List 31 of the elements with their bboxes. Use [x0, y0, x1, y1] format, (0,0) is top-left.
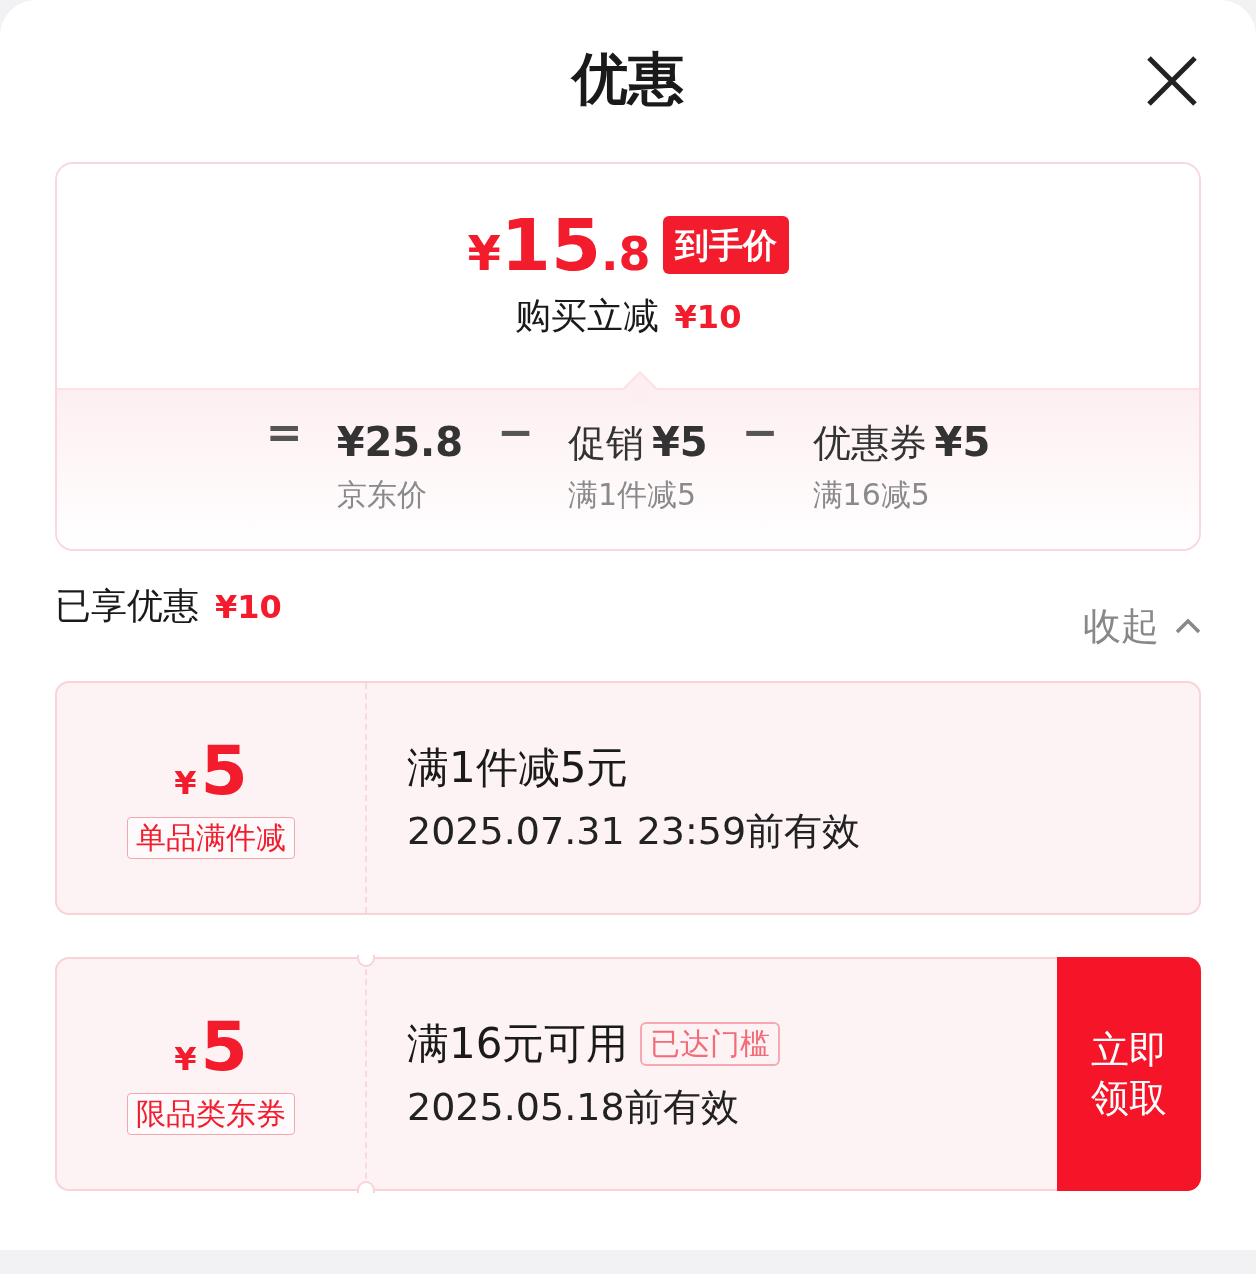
- coupon-amount: ¥5: [174, 1013, 248, 1081]
- coupon-type-tag: 单品满件减: [127, 817, 295, 859]
- operator: −: [741, 410, 779, 454]
- coupon-validity: 2025.05.18前有效: [407, 1084, 740, 1131]
- threshold-badge: 已达门槛: [640, 1021, 781, 1066]
- term-amount: ¥5: [652, 418, 708, 467]
- chevron-up-icon: [1175, 618, 1201, 634]
- coupon-title: 满16元可用: [407, 1018, 629, 1070]
- operator: =: [265, 410, 303, 454]
- coupon-validity: 2025.07.31 23:59前有效: [407, 808, 862, 855]
- coupon-type-tag: 限品类东券: [127, 1093, 295, 1135]
- enjoyed-amount: ¥10: [215, 587, 282, 628]
- term-caption: 满16减5: [812, 476, 931, 514]
- term-amount: ¥5: [934, 418, 991, 467]
- saving-label: 购买立减: [514, 294, 659, 338]
- sheet-title: 优惠: [572, 45, 684, 113]
- term-amount: ¥25.8: [336, 418, 464, 467]
- coupon-amount: ¥5: [174, 737, 248, 805]
- collapse-toggle[interactable]: 收起: [1083, 597, 1201, 655]
- term-caption: 满1件减5: [568, 476, 698, 514]
- claim-button[interactable]: 立即领取: [1057, 957, 1201, 1191]
- term-label: 优惠券: [812, 420, 927, 467]
- term-caption: 京东价: [336, 476, 428, 514]
- operator: −: [497, 410, 535, 454]
- close-icon[interactable]: [1146, 55, 1198, 107]
- final-price: ¥15.8: [467, 209, 651, 281]
- term-label: 促销: [568, 420, 645, 467]
- coupon-title: 满1件减5元: [407, 742, 629, 794]
- final-price-badge: 到手价: [662, 216, 789, 274]
- saving-amount: ¥10: [674, 297, 742, 338]
- enjoyed-label: 已享优惠: [55, 584, 199, 628]
